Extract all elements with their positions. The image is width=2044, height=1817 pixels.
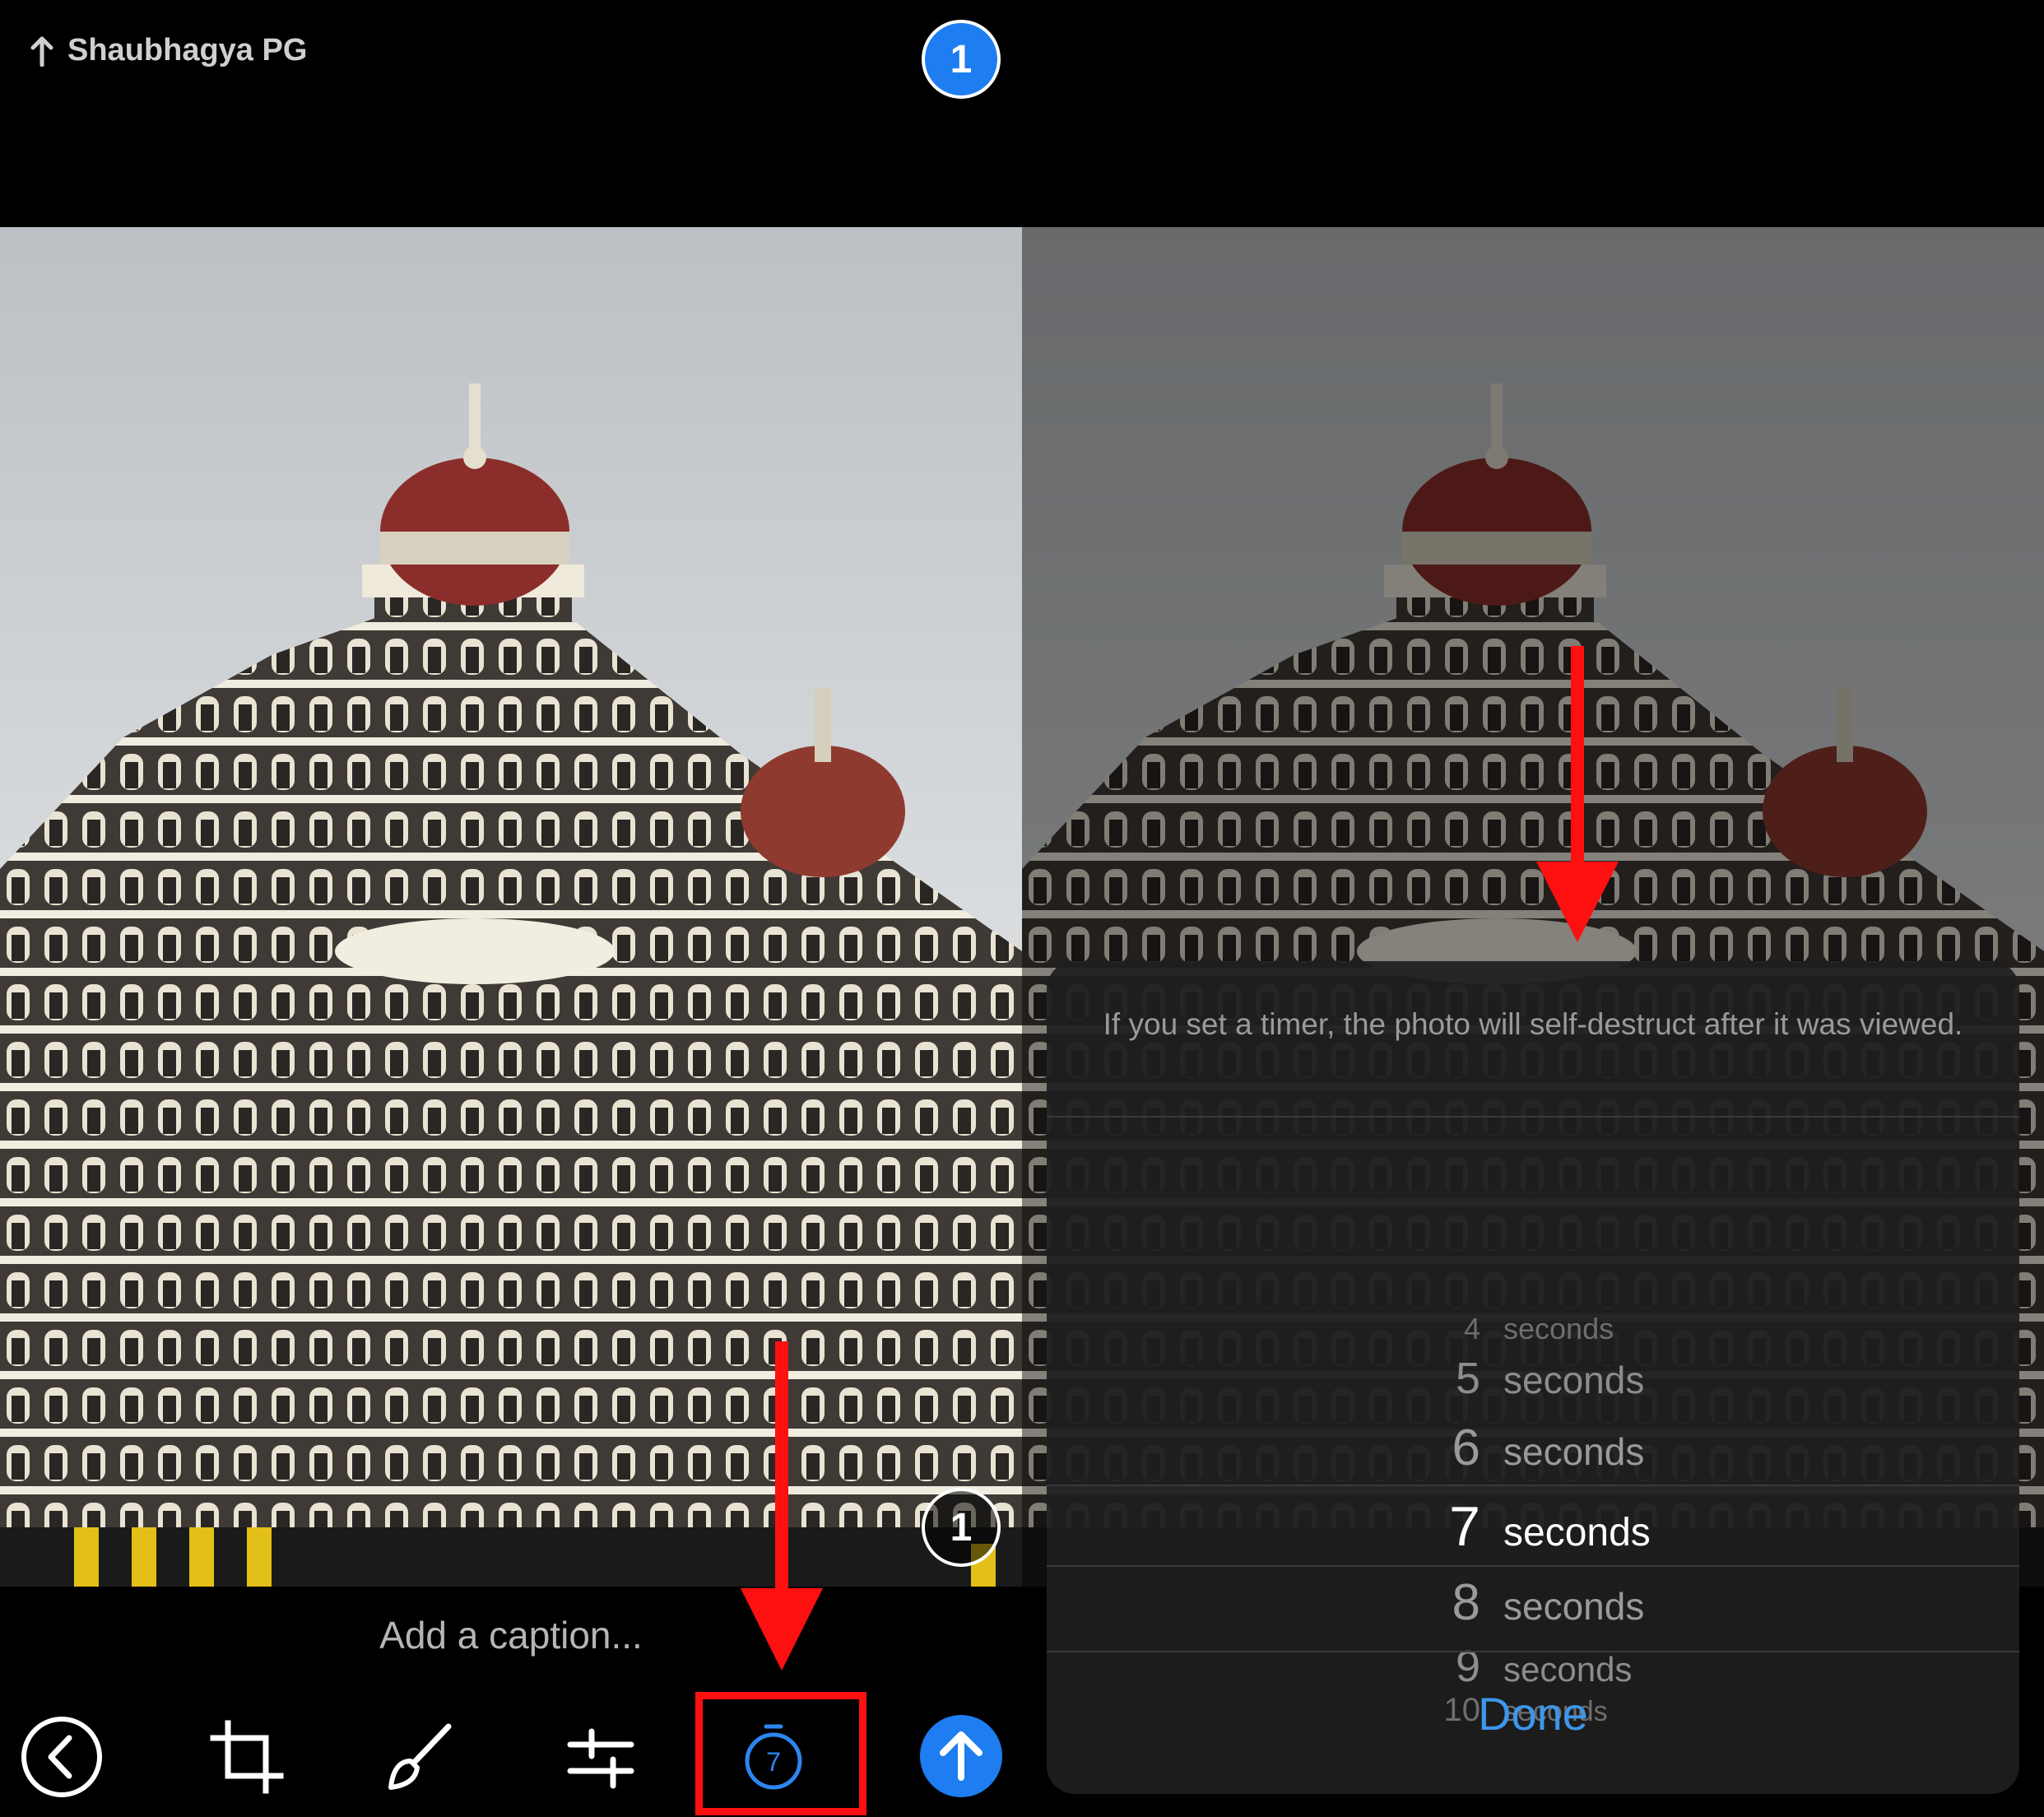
send-icon	[940, 1731, 983, 1781]
photo-preview	[0, 227, 1022, 1587]
picker-row[interactable]: 8 seconds	[1047, 1573, 2019, 1632]
picker-row-selected[interactable]: 7 seconds	[1047, 1494, 2019, 1559]
adjust-button[interactable]	[555, 1712, 646, 1802]
timer-sheet: If you set a timer, the photo will self-…	[1047, 961, 2019, 1794]
timer-highlight-box	[695, 1692, 866, 1815]
hotel-photo	[0, 227, 1022, 1587]
done-button[interactable]: Done	[1047, 1687, 2019, 1740]
divider	[1047, 1116, 2019, 1118]
send-button[interactable]	[920, 1715, 1002, 1797]
sliders-icon	[567, 1728, 634, 1789]
arrow-up-icon	[30, 36, 53, 67]
annotation-arrow	[741, 1341, 823, 1671]
seconds-picker[interactable]: 4 seconds 5 seconds 6 seconds 7 seconds …	[1047, 1122, 2019, 1728]
picker-selection-top	[1047, 1485, 2019, 1486]
picker-selection-bottom	[1047, 1565, 2019, 1567]
annotation-arrow	[1536, 646, 1619, 942]
brush-icon	[388, 1723, 452, 1790]
caption-input[interactable]: Add a caption...	[0, 1613, 1022, 1657]
divider	[1047, 1651, 2019, 1652]
picker-row[interactable]: 9 seconds	[1047, 1641, 2019, 1692]
picker-row[interactable]: 6 seconds	[1047, 1419, 2019, 1477]
editor-toolbar: 7	[0, 1712, 1022, 1802]
selection-count-badge[interactable]: 1	[922, 20, 1001, 99]
crop-button[interactable]	[202, 1712, 292, 1802]
picker-row[interactable]: 4 seconds	[1047, 1312, 2019, 1346]
back-button[interactable]	[16, 1712, 107, 1802]
timer-info-text: If you set a timer, the photo will self-…	[1103, 1007, 1963, 1041]
draw-button[interactable]	[374, 1712, 465, 1802]
picker-row[interactable]: 5 seconds	[1047, 1353, 2019, 1404]
timer-picker-screen: If you set a timer, the photo will self-…	[1022, 0, 2044, 1817]
back-icon	[21, 1717, 102, 1797]
photo-select-badge[interactable]: 1	[922, 1488, 1001, 1567]
crop-icon	[210, 1720, 284, 1794]
photo-editor-screen: Shaubhagya PG 1 1 Add a caption... 7	[0, 0, 1022, 1817]
recipient-name: Shaubhagya PG	[67, 33, 308, 67]
recipient-header[interactable]: Shaubhagya PG	[30, 33, 307, 68]
